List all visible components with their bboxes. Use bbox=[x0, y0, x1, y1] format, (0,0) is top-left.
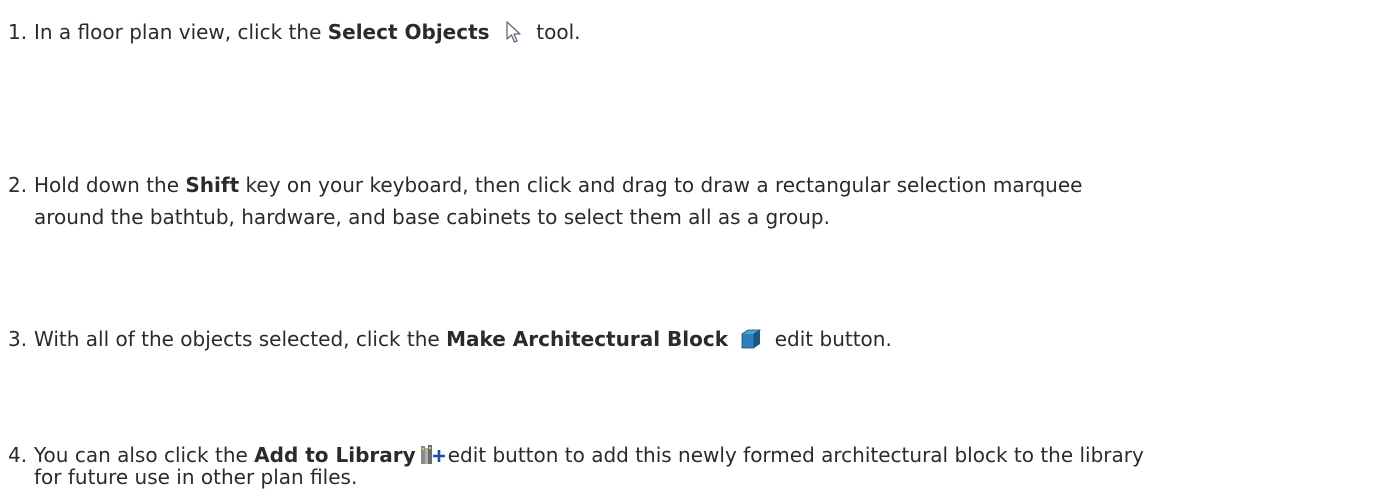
make-architectural-block-icon bbox=[740, 328, 762, 350]
step-text-prefix: With all of the objects selected, click … bbox=[34, 327, 447, 351]
step-4-continuation: for future use in other plan files. bbox=[34, 465, 358, 489]
step-text-suffix: key on your keyboard, then click and dra… bbox=[239, 173, 1083, 197]
step-text-suffix: tool. bbox=[536, 20, 581, 44]
tool-name-select-objects: Select Objects bbox=[327, 20, 490, 44]
step-number: 4. bbox=[8, 443, 28, 467]
select-objects-arrow-icon bbox=[504, 20, 524, 44]
key-name-shift: Shift bbox=[185, 173, 240, 197]
step-number: 3. bbox=[8, 327, 28, 351]
tool-name-make-architectural-block: Make Architectural Block bbox=[446, 327, 729, 351]
step-2: 2. Hold down the Shift key on your keyboa… bbox=[8, 169, 1358, 233]
step-number: 2. bbox=[8, 173, 28, 197]
step-text-prefix: In a floor plan view, click the bbox=[34, 20, 328, 44]
step-number: 1. bbox=[8, 20, 28, 44]
step-text-continuation: around the bathtub, hardware, and base c… bbox=[34, 205, 830, 229]
step-3: 3. With all of the objects selected, clic… bbox=[8, 323, 1358, 355]
step-text-prefix: Hold down the bbox=[34, 173, 186, 197]
step-text-suffix: edit button. bbox=[774, 327, 892, 351]
step-1: 1. In a floor plan view, click the Select… bbox=[8, 16, 1358, 48]
